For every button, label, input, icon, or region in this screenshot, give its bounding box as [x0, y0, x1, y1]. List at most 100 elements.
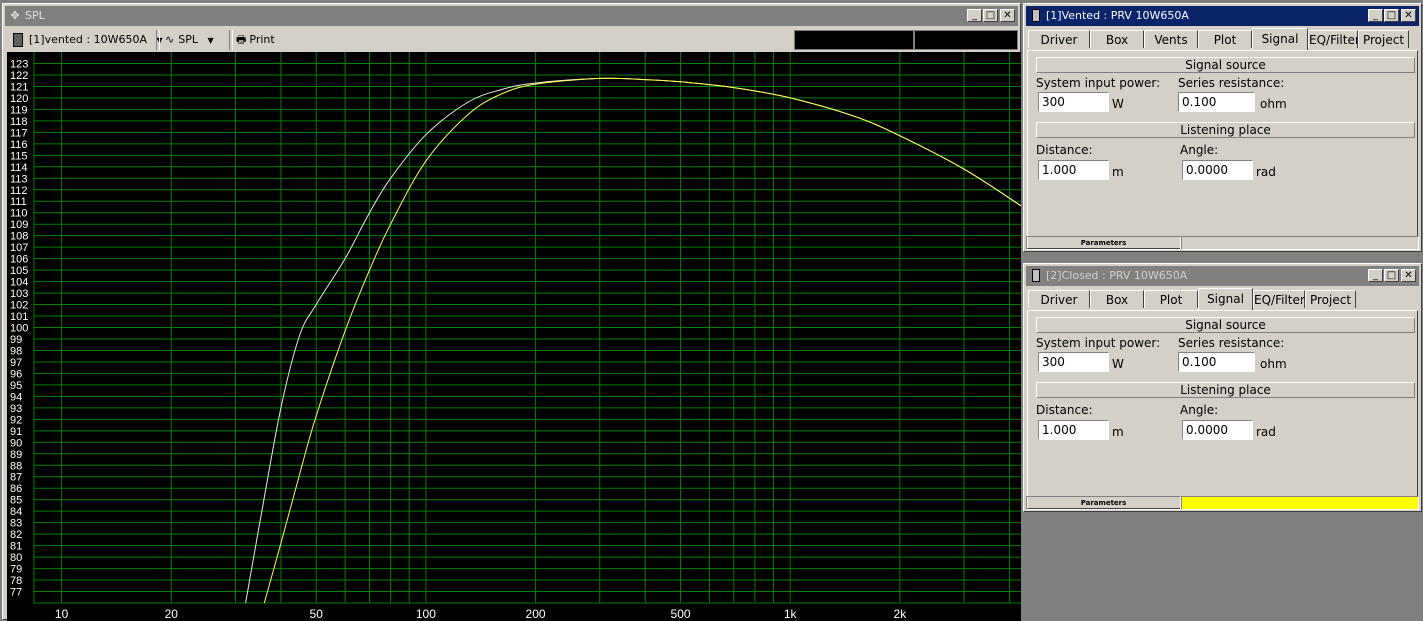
y-tick-label: 82: [10, 529, 22, 541]
panel-titlebar[interactable]: [2]Closed : PRV 10W650A _ □ ✕: [1026, 266, 1419, 286]
tab-driver[interactable]: Driver: [1028, 290, 1090, 308]
y-tick-label: 110: [10, 208, 28, 220]
distance-unit: m: [1112, 425, 1124, 439]
panel-titlebar[interactable]: [1]Vented : PRV 10W650A _ □ ✕: [1026, 6, 1419, 26]
tab-box[interactable]: Box: [1090, 290, 1144, 308]
y-tick-label: 85: [10, 495, 22, 507]
wave-icon: ∿: [165, 33, 175, 46]
tab-project[interactable]: Project: [1305, 290, 1356, 308]
close-button[interactable]: ✕: [1401, 9, 1416, 22]
status-bar: Parameters: [1026, 236, 1419, 250]
app-icon: ✥: [10, 9, 20, 22]
minimize-button[interactable]: _: [1368, 9, 1383, 22]
tab-signal[interactable]: Signal: [1252, 28, 1308, 50]
x-tick-label: 1k: [784, 607, 798, 621]
y-tick-label: 103: [10, 288, 28, 300]
chevron-down-icon: ▼: [207, 36, 214, 45]
close-button[interactable]: ✕: [1000, 9, 1015, 22]
vented-panel-window: [1]Vented : PRV 10W650A _ □ ✕ Driver Box V…: [1023, 3, 1422, 252]
signal-source-header: Signal source: [1036, 317, 1415, 333]
tab-driver[interactable]: Driver: [1028, 30, 1090, 48]
series-resistance-label: Series resistance:: [1178, 76, 1285, 90]
y-tick-label: 107: [10, 242, 28, 254]
printer-icon: 🖶: [236, 33, 247, 46]
project-dropdown-label: [1]vented : 10W650A: [29, 33, 147, 46]
tab-box[interactable]: Box: [1090, 30, 1144, 48]
tab-signal[interactable]: Signal: [1198, 288, 1253, 310]
angle-field[interactable]: 0.0000: [1182, 160, 1253, 180]
spl-titlebar[interactable]: ✥ SPL _ □ ✕: [5, 6, 1018, 26]
y-tick-label: 78: [10, 575, 22, 587]
y-tick-label: 89: [10, 449, 22, 461]
readout-box-1: [794, 30, 914, 50]
tab-eqfilter[interactable]: EQ/Filter: [1253, 290, 1305, 308]
y-tick-label: 83: [10, 518, 22, 530]
spl-chart: 7778798081828384858687888990919293949596…: [10, 52, 1021, 621]
distance-label: Distance:: [1036, 403, 1093, 417]
spl-series-line-1: [245, 77, 1021, 603]
series-resistance-label: Series resistance:: [1178, 336, 1285, 350]
y-tick-label: 121: [10, 81, 28, 93]
y-tick-label: 104: [10, 277, 28, 289]
y-tick-label: 81: [10, 541, 22, 553]
tab-vents[interactable]: Vents: [1144, 30, 1198, 48]
y-tick-label: 91: [10, 426, 22, 438]
y-tick-label: 114: [10, 162, 28, 174]
tab-plot[interactable]: Plot: [1198, 30, 1252, 48]
distance-field[interactable]: 1.000: [1038, 420, 1109, 440]
tab-project[interactable]: Project: [1358, 30, 1409, 48]
print-button[interactable]: 🖶 Print: [236, 30, 275, 50]
spl-window: ✥ SPL _ □ ✕ [1]vented : 10W650A ▼ ∿ SPL ▼…: [2, 3, 1021, 621]
y-tick-label: 118: [10, 116, 28, 128]
system-input-power-label: System input power:: [1036, 76, 1161, 90]
y-tick-label: 123: [10, 58, 28, 70]
plot-type-dropdown[interactable]: ∿ SPL ▼: [165, 30, 214, 50]
x-tick-label: 2k: [894, 607, 908, 621]
y-tick-label: 97: [10, 357, 22, 369]
panel-title: [1]Vented : PRV 10W650A: [1046, 9, 1189, 22]
y-tick-label: 105: [10, 265, 28, 277]
spl-plot[interactable]: 77 78 79 80 81 82 83 84 85 86 87 88 89 90 91 92 93 94 95 96…: [7, 52, 1021, 621]
toolbar-separator: [156, 30, 160, 50]
maximize-button[interactable]: □: [983, 9, 998, 22]
tab-eqfilter[interactable]: EQ/Filter: [1308, 30, 1360, 48]
status-indicator: [1181, 496, 1419, 510]
series-resistance-field[interactable]: 0.100: [1178, 352, 1255, 372]
signal-tab-panel: Signal source System input power: 300 W …: [1027, 310, 1418, 509]
signal-tab-panel: Signal source System input power: 300 W …: [1027, 50, 1418, 249]
y-tick-label: 113: [10, 173, 28, 185]
maximize-button[interactable]: □: [1384, 9, 1399, 22]
system-input-power-field[interactable]: 300: [1038, 352, 1109, 372]
distance-label: Distance:: [1036, 143, 1093, 157]
signal-source-header: Signal source: [1036, 57, 1415, 73]
series-resistance-field[interactable]: 0.100: [1178, 92, 1255, 112]
maximize-button[interactable]: □: [1384, 269, 1399, 282]
power-unit: W: [1112, 357, 1124, 371]
system-input-power-field[interactable]: 300: [1038, 92, 1109, 112]
y-tick-label: 116: [10, 139, 28, 151]
angle-unit: rad: [1256, 165, 1276, 179]
angle-field[interactable]: 0.0000: [1182, 420, 1253, 440]
spl-series-line-2: [263, 77, 1021, 603]
close-button[interactable]: ✕: [1401, 269, 1416, 282]
y-tick-label: 117: [10, 127, 28, 139]
minimize-button[interactable]: _: [1368, 269, 1383, 282]
y-tick-label: 93: [10, 403, 22, 415]
y-tick-label: 87: [10, 472, 22, 484]
minimize-button[interactable]: _: [967, 9, 982, 22]
y-tick-label: 100: [10, 323, 28, 335]
distance-field[interactable]: 1.000: [1038, 160, 1109, 180]
resistance-unit: ohm: [1260, 97, 1287, 111]
y-tick-label: 88: [10, 460, 22, 472]
y-tick-label: 77: [10, 587, 22, 599]
y-tick-label: 111: [10, 196, 27, 208]
project-dropdown[interactable]: [1]vented : 10W650A ▼: [13, 30, 163, 50]
y-tick-label: 90: [10, 437, 22, 449]
x-tick-label: 20: [165, 607, 179, 621]
x-tick-label: 10: [55, 607, 69, 621]
x-tick-label: 500: [671, 607, 691, 621]
power-unit: W: [1112, 97, 1124, 111]
tab-plot[interactable]: Plot: [1144, 290, 1198, 308]
speaker-icon: [1030, 9, 1042, 23]
y-tick-label: 95: [10, 380, 22, 392]
